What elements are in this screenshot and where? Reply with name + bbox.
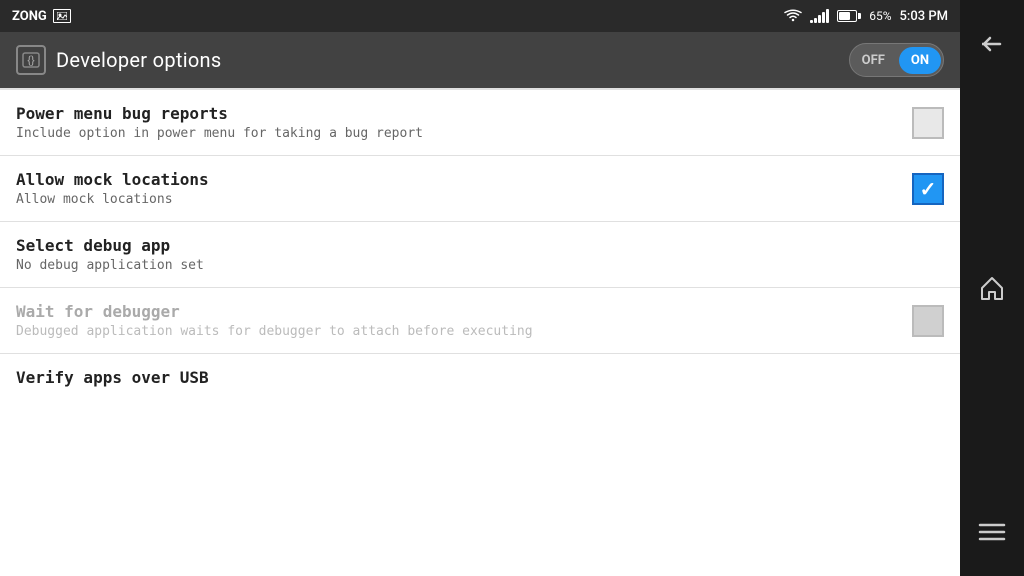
list-item[interactable]: Power menu bug reports Include option in…	[0, 90, 960, 156]
toolbar-left: {} Developer options	[16, 45, 222, 75]
image-icon	[53, 9, 71, 23]
list-item[interactable]: Verify apps over USB	[0, 354, 960, 404]
item-text-verify-apps: Verify apps over USB	[16, 368, 944, 390]
wifi-icon	[784, 9, 802, 23]
settings-list: Power menu bug reports Include option in…	[0, 90, 960, 576]
item-subtitle-power-menu: Include option in power menu for taking …	[16, 126, 896, 141]
status-bar-left: ZONG	[12, 9, 71, 24]
checkbox-wait-debugger	[912, 305, 944, 337]
battery-icon	[837, 10, 861, 22]
checkbox-power-menu[interactable]	[912, 107, 944, 139]
toolbar: {} Developer options OFF ON	[0, 32, 960, 88]
nav-home-button[interactable]	[968, 264, 1016, 312]
toggle-off-label: OFF	[850, 47, 897, 74]
item-title-wait-debugger: Wait for debugger	[16, 302, 896, 321]
list-item[interactable]: Allow mock locations Allow mock location…	[0, 156, 960, 222]
clock: 5:03 PM	[900, 9, 949, 24]
main-content: ZONG	[0, 0, 960, 576]
nav-icons-group	[968, 20, 1016, 68]
nav-back-button[interactable]	[968, 20, 1016, 68]
item-subtitle-select-debug: No debug application set	[16, 258, 928, 273]
item-subtitle-mock-locations: Allow mock locations	[16, 192, 896, 207]
item-text-mock-locations: Allow mock locations Allow mock location…	[16, 170, 912, 207]
item-title-verify-apps: Verify apps over USB	[16, 368, 928, 387]
item-text-select-debug: Select debug app No debug application se…	[16, 236, 944, 273]
nav-bottom-icons	[968, 508, 1016, 556]
nav-middle-icons	[968, 264, 1016, 312]
item-title-select-debug: Select debug app	[16, 236, 928, 255]
item-subtitle-wait-debugger: Debugged application waits for debugger …	[16, 324, 896, 339]
status-bar: ZONG	[0, 0, 960, 32]
item-text-wait-debugger: Wait for debugger Debugged application w…	[16, 302, 912, 339]
checkbox-mock-locations[interactable]	[912, 173, 944, 205]
item-title-mock-locations: Allow mock locations	[16, 170, 896, 189]
list-item: Wait for debugger Debugged application w…	[0, 288, 960, 354]
carrier-label: ZONG	[12, 9, 47, 24]
list-item[interactable]: Select debug app No debug application se…	[0, 222, 960, 288]
nav-sidebar	[960, 0, 1024, 576]
status-bar-right: 65% 5:03 PM	[784, 9, 948, 24]
svg-text:{}: {}	[27, 54, 35, 67]
page-title: Developer options	[56, 48, 222, 72]
toggle-on-label: ON	[899, 47, 941, 74]
back-icon-button[interactable]: {}	[16, 45, 46, 75]
nav-menu-button[interactable]	[968, 508, 1016, 556]
item-title-power-menu: Power menu bug reports	[16, 104, 896, 123]
signal-icon	[810, 9, 829, 23]
battery-percent: 65%	[869, 9, 891, 23]
item-text-power-menu: Power menu bug reports Include option in…	[16, 104, 912, 141]
developer-options-toggle[interactable]: OFF ON	[849, 43, 944, 77]
